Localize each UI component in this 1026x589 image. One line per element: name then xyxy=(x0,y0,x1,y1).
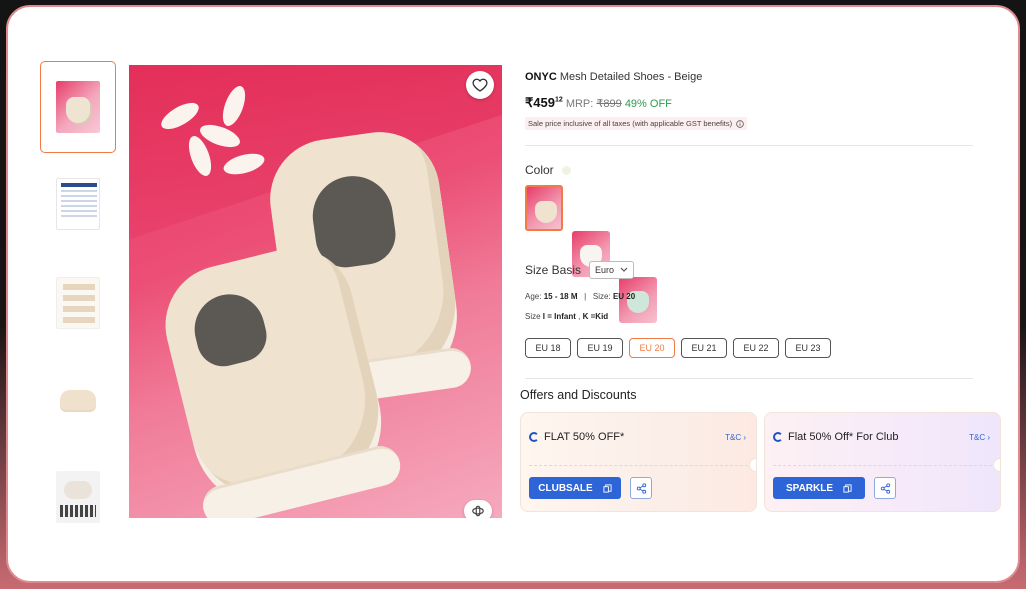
product-page: ONYC Mesh Detailed Shoes - Beige ₹45912 … xyxy=(6,5,1020,583)
copy-code-button[interactable]: CLUBSALE xyxy=(529,477,621,499)
offer-headline: FLAT 50% OFF* xyxy=(529,431,624,443)
thumbnail-image xyxy=(56,471,100,523)
tnc-link[interactable]: T&C › xyxy=(725,433,746,442)
share-icon[interactable] xyxy=(630,477,652,499)
mrp-value: ₹899 xyxy=(596,98,622,110)
age-size-info: Age: 15 - 18 M | Size: EU 20 xyxy=(525,292,636,301)
tax-note: Sale price inclusive of all taxes (with … xyxy=(525,117,748,130)
thumbnail-5[interactable] xyxy=(40,451,116,543)
copy-icon xyxy=(843,483,852,493)
thumbnail-image xyxy=(56,81,100,133)
brand-name: ONYC xyxy=(525,71,557,83)
main-product-image[interactable] xyxy=(129,65,502,518)
offer-divider xyxy=(529,465,748,466)
offers-title: Offers and Discounts xyxy=(520,388,637,402)
thumbnail-image xyxy=(56,178,100,230)
size-option-eu19[interactable]: EU 19 xyxy=(577,338,623,358)
product-details: ONYC Mesh Detailed Shoes - Beige ₹45912 … xyxy=(520,69,1010,512)
chevron-down-icon xyxy=(620,267,628,272)
wishlist-heart-icon[interactable] xyxy=(466,71,494,99)
mrp-label: MRP: xyxy=(565,98,594,110)
thumbnail-4[interactable] xyxy=(40,354,116,446)
color-label: Color xyxy=(525,163,571,177)
thumbnail-3[interactable] xyxy=(40,257,116,349)
copy-code-button[interactable]: SPARKLE xyxy=(773,477,865,499)
thumbnail-image xyxy=(56,374,100,426)
copy-icon xyxy=(603,483,612,493)
offer-coin-icon xyxy=(773,432,783,442)
size-option-eu23[interactable]: EU 23 xyxy=(785,338,831,358)
offer-card-clubsale: FLAT 50% OFF* T&C › CLUBSALE xyxy=(520,412,757,512)
product-title: ONYC Mesh Detailed Shoes - Beige xyxy=(525,71,702,83)
product-name: Mesh Detailed Shoes - Beige xyxy=(559,71,703,83)
offer-coin-icon xyxy=(529,432,539,442)
color-swatch-beige[interactable] xyxy=(525,185,563,231)
sale-price: ₹45912 xyxy=(525,95,563,110)
thumbnail-2[interactable] xyxy=(40,158,116,250)
flower-decoration xyxy=(139,77,279,197)
selected-color-dot xyxy=(561,165,571,175)
ticket-notch xyxy=(749,458,756,472)
share-icon[interactable] xyxy=(874,477,896,499)
ticket-notch xyxy=(993,458,1000,472)
size-option-eu22[interactable]: EU 22 xyxy=(733,338,779,358)
view-360-icon[interactable] xyxy=(464,500,492,518)
offer-card-sparkle: Flat 50% Off* For Club T&C › SPARKLE xyxy=(764,412,1001,512)
divider xyxy=(525,145,973,146)
size-options: EU 18 EU 19 EU 20 EU 21 EU 22 EU 23 xyxy=(525,338,831,358)
size-option-eu20[interactable]: EU 20 xyxy=(629,338,675,358)
price-row: ₹45912 MRP: ₹899 49% OFF xyxy=(525,95,672,111)
thumbnail-1[interactable] xyxy=(40,61,116,153)
divider xyxy=(525,378,973,379)
size-basis-row: Size Basis Euro xyxy=(525,261,635,279)
size-legend: Size I = Infant , K =Kid xyxy=(525,312,609,321)
tnc-link[interactable]: T&C › xyxy=(969,433,990,442)
size-option-eu18[interactable]: EU 18 xyxy=(525,338,571,358)
thumbnail-image xyxy=(56,277,100,329)
discount-label: 49% OFF xyxy=(624,98,672,110)
offer-headline: Flat 50% Off* For Club xyxy=(773,431,898,443)
size-basis-label: Size Basis xyxy=(525,263,582,277)
info-icon[interactable] xyxy=(736,119,744,128)
size-option-eu21[interactable]: EU 21 xyxy=(681,338,727,358)
size-basis-select[interactable]: Euro xyxy=(589,261,635,279)
offer-divider xyxy=(773,465,992,466)
